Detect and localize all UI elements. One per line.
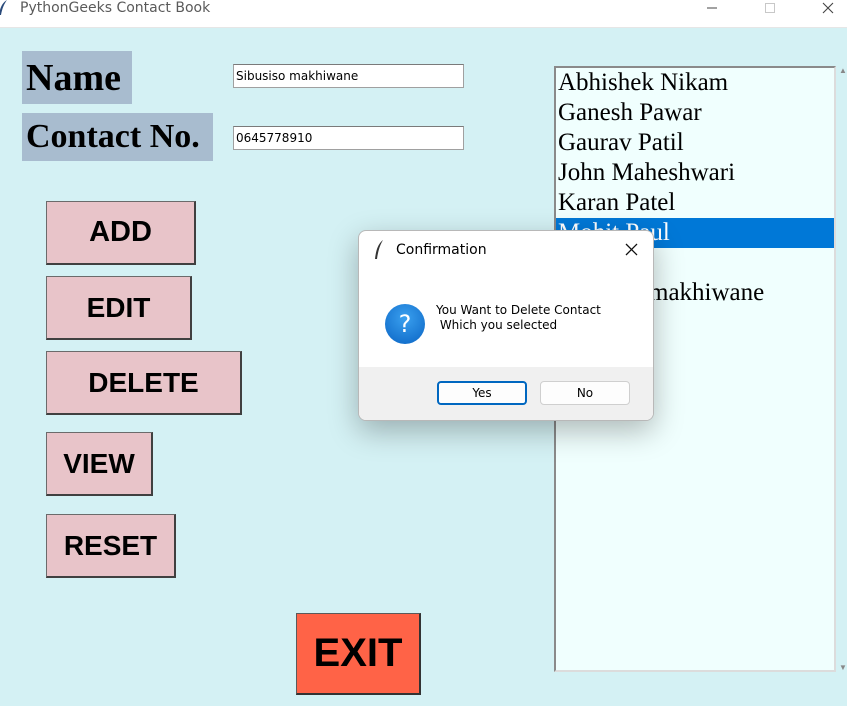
reset-button[interactable]: RESET	[46, 514, 176, 578]
close-button[interactable]	[808, 0, 847, 18]
list-item[interactable]: John Maheshwari	[556, 158, 834, 188]
dialog-message-line1: You Want to Delete Contact	[436, 303, 601, 317]
confirmation-dialog: Confirmation ? You Want to Delete Contac…	[358, 230, 654, 421]
listbox-scrollbar[interactable]: ▲ ▼	[838, 66, 847, 672]
dialog-footer: Yes No	[359, 367, 653, 420]
question-icon: ?	[385, 304, 425, 344]
list-item[interactable]: Karan Patel	[556, 188, 834, 218]
feather-icon	[375, 240, 383, 259]
close-icon	[822, 2, 834, 14]
edit-button[interactable]: EDIT	[46, 276, 192, 340]
dialog-message: You Want to Delete Contact Which you sel…	[436, 303, 601, 333]
maximize-icon	[765, 3, 775, 13]
scroll-down-icon[interactable]: ▼	[839, 663, 847, 672]
feather-icon	[0, 0, 7, 15]
window-title: PythonGeeks Contact Book	[20, 0, 211, 16]
close-icon	[625, 243, 638, 256]
contact-field[interactable]	[233, 126, 464, 150]
scroll-up-icon[interactable]: ▲	[839, 66, 847, 75]
add-button[interactable]: ADD	[46, 201, 196, 265]
exit-button[interactable]: EXIT	[296, 613, 421, 695]
dialog-message-line2: Which you selected	[436, 318, 558, 332]
name-field[interactable]	[233, 64, 464, 88]
contact-label: Contact No.	[22, 113, 213, 161]
maximize-button[interactable]	[750, 0, 790, 18]
minimize-icon	[707, 7, 717, 9]
delete-button[interactable]: DELETE	[46, 351, 242, 415]
dialog-title: Confirmation	[396, 242, 487, 258]
title-bar: PythonGeeks Contact Book	[0, 0, 847, 28]
list-item[interactable]: Ganesh Pawar	[556, 98, 834, 128]
view-button[interactable]: VIEW	[46, 432, 153, 496]
dialog-close-button[interactable]	[621, 239, 643, 261]
list-item[interactable]: Gaurav Patil	[556, 128, 834, 158]
name-label: Name	[22, 51, 132, 104]
yes-button[interactable]: Yes	[437, 381, 527, 405]
list-item[interactable]: Abhishek Nikam	[556, 68, 834, 98]
minimize-button[interactable]	[692, 0, 732, 18]
no-button[interactable]: No	[540, 381, 630, 405]
